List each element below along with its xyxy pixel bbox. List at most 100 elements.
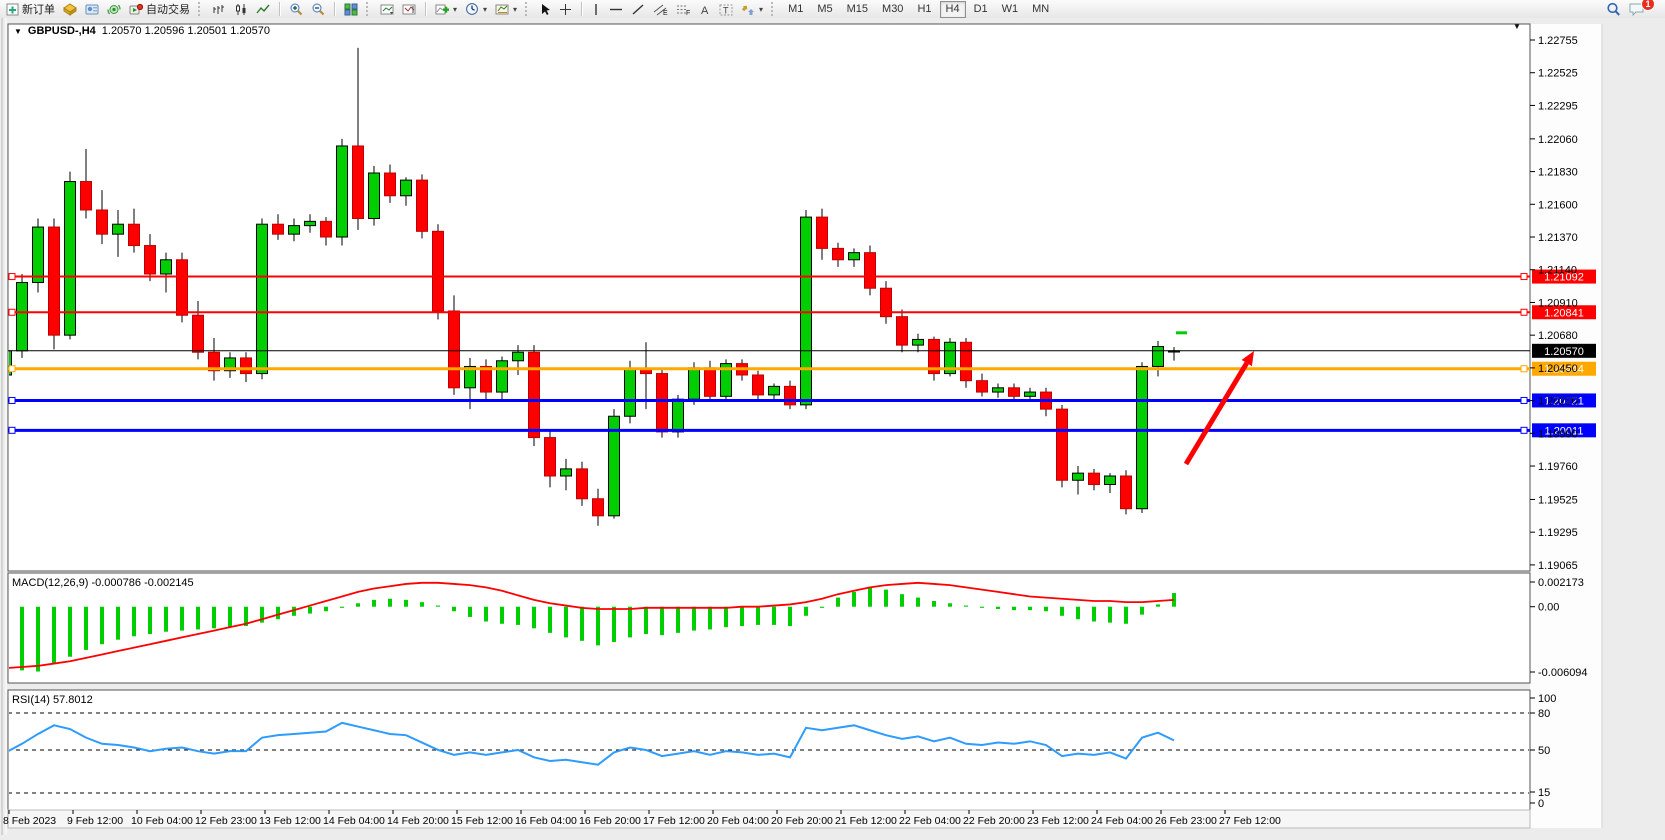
bar-chart-button[interactable] [208, 0, 230, 18]
toolbar: 新订单 自动交易 ▾ ▾ ▾ [0, 0, 1665, 19]
zoom-out-icon [311, 2, 325, 16]
new-order-button[interactable]: 新订单 [2, 0, 59, 18]
candlestick-chart-button[interactable] [230, 0, 252, 18]
timeframe-button-MN[interactable]: MN [1026, 1, 1055, 18]
zoom-in-button[interactable] [285, 0, 307, 18]
line-chart-button[interactable] [252, 0, 274, 18]
price-tick-label: 1.22525 [1538, 68, 1578, 80]
rsi-tick-label: 0 [1538, 798, 1544, 810]
profile-chart-icon [380, 3, 394, 16]
channel-icon: E [653, 3, 668, 16]
timeframe-button-M30[interactable]: M30 [876, 1, 909, 18]
time-tick-label: 13 Feb 12:00 [259, 815, 321, 827]
hline-anchor[interactable] [1521, 397, 1527, 403]
indicators-button[interactable]: ▾ [431, 0, 461, 18]
series-end-marker[interactable]: ▼ [1513, 22, 1521, 31]
candle-up [1105, 476, 1116, 485]
search-button[interactable] [1602, 0, 1625, 18]
cursor-tool-button[interactable] [535, 0, 555, 18]
candle-down [529, 352, 540, 437]
chart-window[interactable]: 1.210921.208411.205701.204441.202211.200… [0, 18, 1665, 835]
auto-trading-button[interactable]: 自动交易 [125, 0, 194, 18]
macd-tick-label: 0.00 [1538, 602, 1559, 614]
timeframe-button-H4[interactable]: H4 [940, 1, 966, 18]
price-tick-label: 1.19065 [1538, 560, 1578, 572]
candle-down [785, 386, 796, 404]
text-label-icon: T [719, 3, 733, 16]
market-watch-icon [63, 3, 77, 16]
periods-button[interactable]: ▾ [461, 0, 491, 18]
timeframe-button-D1[interactable]: D1 [968, 1, 994, 18]
candlestick-chart-icon [234, 3, 248, 16]
timeframe-button-H1[interactable]: H1 [911, 1, 937, 18]
candle-down [417, 180, 428, 231]
hline-anchor[interactable] [1521, 309, 1527, 315]
hline-anchor[interactable] [1521, 427, 1527, 433]
candle-up [161, 260, 172, 274]
candle-down [145, 246, 156, 274]
equidistant-channel-tool-button[interactable]: E [649, 0, 672, 18]
horizontal-line-tool-button[interactable] [605, 0, 627, 18]
candle-down [1089, 473, 1100, 484]
timeframe-button-M5[interactable]: M5 [811, 1, 838, 18]
arrows-tool-button[interactable]: ▾ [737, 0, 767, 18]
macd-tick-label: -0.006094 [1538, 667, 1588, 679]
scale-fix-button[interactable] [398, 0, 420, 18]
fibonacci-tool-button[interactable]: F [672, 0, 695, 18]
profile-chart-button[interactable] [376, 0, 398, 18]
price-tick-label: 1.19295 [1538, 527, 1578, 539]
time-tick-label: 22 Feb 20:00 [963, 815, 1025, 827]
text-label-tool-button[interactable]: T [715, 0, 737, 18]
candle-up [561, 469, 572, 476]
price-tick-label: 1.20450 [1538, 363, 1578, 375]
candle-up [689, 368, 700, 399]
notification-badge: 1 [1641, 0, 1655, 11]
zoom-out-button[interactable] [307, 0, 329, 18]
notifications-button[interactable]: 1 [1625, 0, 1649, 18]
candle-up [497, 361, 508, 392]
candle-up [513, 352, 524, 361]
crosshair-tool-button[interactable] [555, 0, 576, 18]
tile-windows-button[interactable] [340, 0, 362, 18]
candle-up [769, 386, 780, 395]
time-tick-label: 10 Feb 04:00 [131, 815, 193, 827]
hline-anchor[interactable] [9, 309, 15, 315]
candle-down [753, 375, 764, 395]
cursor-icon [539, 3, 551, 16]
candle-down [449, 311, 460, 388]
hline-anchor[interactable] [1521, 366, 1527, 372]
candle-down [353, 146, 364, 219]
timeframe-button-M15[interactable]: M15 [841, 1, 874, 18]
market-watch-button[interactable] [59, 0, 81, 18]
vertical-line-tool-button[interactable] [587, 0, 605, 18]
candle-up [801, 217, 812, 405]
time-tick-label: 8 Feb 2023 [3, 815, 56, 827]
auto-trading-icon [129, 3, 143, 16]
hline-anchor[interactable] [9, 366, 15, 372]
hline-anchor[interactable] [9, 397, 15, 403]
horizontal-line-icon [609, 3, 623, 16]
candle-up [401, 180, 412, 196]
timeframe-button-M1[interactable]: M1 [782, 1, 809, 18]
fibonacci-icon: F [676, 3, 691, 16]
hline-anchor[interactable] [9, 427, 15, 433]
text-tool-button[interactable]: A [695, 0, 715, 18]
symbol-dropdown-icon[interactable]: ▼ [14, 27, 22, 36]
hline-anchor[interactable] [1521, 274, 1527, 280]
timeframe-button-W1[interactable]: W1 [996, 1, 1025, 18]
trendline-tool-button[interactable] [627, 0, 649, 18]
indicators-icon [435, 3, 449, 16]
template-icon [495, 3, 509, 16]
crosshair-icon [559, 3, 572, 16]
toolbar-grip [198, 2, 204, 16]
chart-canvas[interactable]: 1.210921.208411.205701.204441.202211.200… [0, 18, 1665, 835]
candle-down [545, 438, 556, 476]
time-tick-label: 20 Feb 04:00 [707, 815, 769, 827]
templates-button[interactable]: ▾ [491, 0, 521, 18]
hline-anchor[interactable] [9, 274, 15, 280]
strategy-tester-button[interactable] [103, 0, 125, 18]
price-tick-label: 1.22755 [1538, 35, 1578, 47]
dropdown-caret-icon: ▾ [483, 5, 487, 14]
line-chart-icon [256, 3, 270, 16]
data-window-button[interactable] [81, 0, 103, 18]
